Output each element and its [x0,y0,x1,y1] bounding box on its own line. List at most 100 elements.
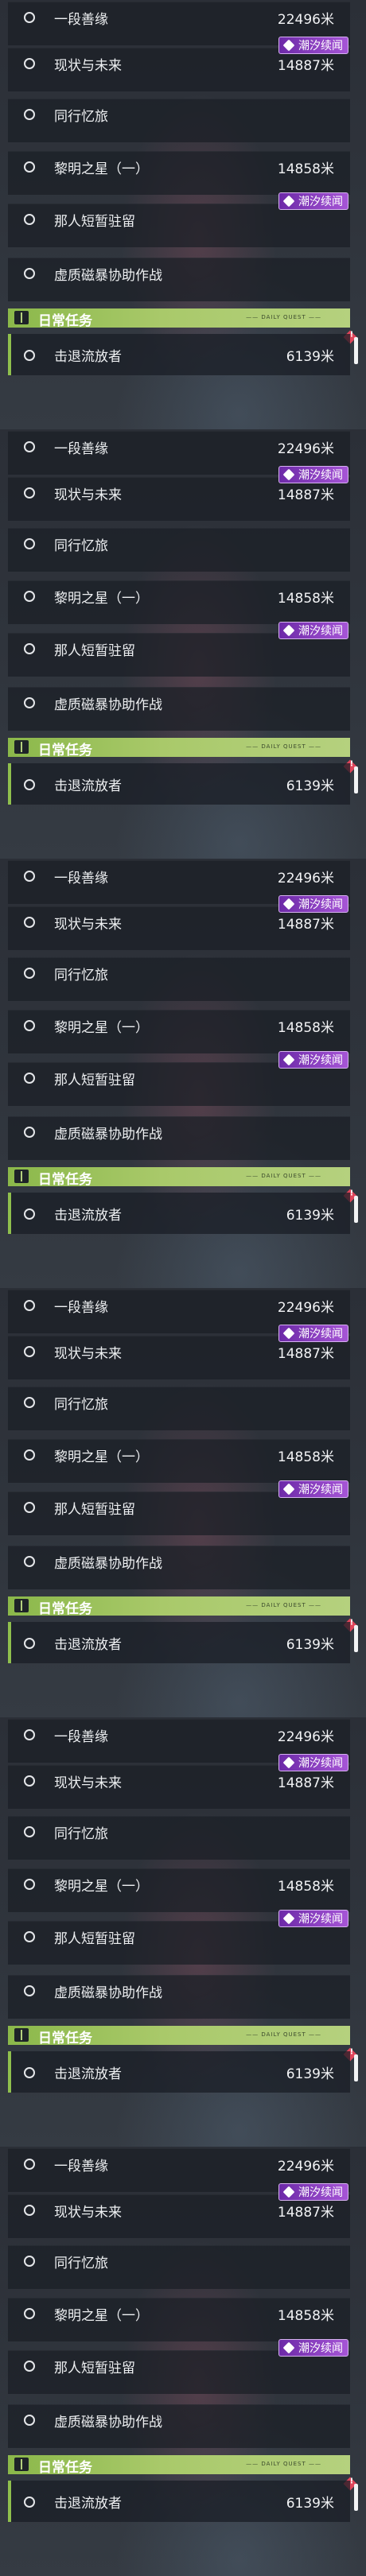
quest-label: 同行忆旅 [54,538,108,554]
quest-series-badge: 潮汐续闻 [278,622,348,639]
quest-label: 现状与未来 [54,2205,122,2221]
quest-label: 一段善缘 [54,871,108,886]
quest-series-badge: 潮汐续闻 [278,1051,348,1069]
quest-distance: 22496米 [277,1729,334,1745]
daily-quest-title: 日常任务 [38,1601,92,1617]
daily-task-label: 击退流放者 [54,2066,122,2082]
radio-circle-icon[interactable] [24,109,35,120]
quest-label: 现状与未来 [54,917,122,933]
daily-quest-title: 日常任务 [38,2460,92,2476]
radio-circle-icon[interactable] [24,58,35,69]
quest-distance: 22496米 [277,2159,334,2174]
quest-label: 一段善缘 [54,2159,108,2174]
scrollbar-thumb[interactable] [354,2484,358,2511]
daily-quest-subtitle: —— DAILY QUEST —— [246,2031,321,2038]
radio-circle-icon[interactable] [24,538,35,549]
quest-label: 黎明之星（一） [54,591,149,607]
book-icon [14,2458,29,2471]
quest-label: 虚质磁暴协助作战 [54,697,162,713]
quest-label: 一段善缘 [54,1300,108,1316]
radio-circle-icon[interactable] [24,2415,35,2426]
scrollbar-thumb[interactable] [354,2054,358,2081]
quest-series-badge: 潮汐续闻 [278,466,348,483]
quest-label: 黎明之星（一） [54,1449,149,1465]
book-icon [14,2028,29,2042]
radio-circle-icon[interactable] [24,697,35,708]
radio-circle-icon[interactable] [24,591,35,602]
radio-circle-icon[interactable] [24,1127,35,1138]
radio-circle-icon[interactable] [24,779,35,790]
radio-circle-icon[interactable] [24,1502,35,1513]
quest-panel: 一段善缘 22496米 现状与未来 14887米 潮汐续闻 同行忆旅 黎明之星（一） 1485… [0,1717,366,2147]
wave-badge-icon [282,1053,295,1066]
radio-circle-icon[interactable] [24,1020,35,1031]
radio-circle-icon[interactable] [24,12,35,23]
quest-distance: 14858米 [277,2308,334,2324]
daily-quest-header: 日常任务 —— DAILY QUEST —— [8,738,350,758]
radio-circle-icon[interactable] [24,1397,35,1408]
badge-label: 潮汐续闻 [298,1757,343,1770]
radio-circle-icon[interactable] [24,214,35,225]
radio-circle-icon[interactable] [24,161,35,173]
radio-circle-icon[interactable] [24,1826,35,1837]
quest-label: 那人短暂驻留 [54,643,135,659]
scrollbar-thumb[interactable] [354,337,358,364]
radio-circle-icon[interactable] [24,2361,35,2372]
radio-circle-icon[interactable] [24,350,35,361]
radio-circle-icon[interactable] [24,487,35,499]
radio-circle-icon[interactable] [24,2205,35,2216]
radio-circle-icon[interactable] [24,1775,35,1787]
quest-panel: 一段善缘 22496米 现状与未来 14887米 潮汐续闻 同行忆旅 黎明之星（一） 1485… [0,1288,366,1717]
quest-label: 一段善缘 [54,1729,108,1745]
radio-circle-icon[interactable] [24,643,35,654]
radio-circle-icon[interactable] [24,2256,35,2267]
radio-circle-icon[interactable] [24,2308,35,2319]
radio-circle-icon[interactable] [24,968,35,979]
daily-quest-title: 日常任务 [38,2031,92,2046]
radio-circle-icon[interactable] [24,1208,35,1220]
radio-circle-icon[interactable] [24,1879,35,1890]
quest-distance: 14887米 [277,487,334,503]
quest-label: 黎明之星（一） [54,1879,149,1895]
radio-circle-icon[interactable] [24,871,35,882]
radio-circle-icon[interactable] [24,2496,35,2508]
quest-label: 同行忆旅 [54,2256,108,2271]
daily-task-distance: 6139米 [286,2496,334,2512]
scrollbar-thumb[interactable] [354,1196,358,1223]
radio-circle-icon[interactable] [24,2159,35,2170]
daily-quest-title: 日常任务 [38,743,92,758]
badge-label: 潮汐续闻 [298,898,343,911]
radio-circle-icon[interactable] [24,268,35,279]
radio-circle-icon[interactable] [24,1300,35,1311]
wave-badge-icon [282,39,295,52]
quest-series-badge: 潮汐续闻 [278,2339,348,2357]
daily-task-label: 击退流放者 [54,2496,122,2512]
radio-circle-icon[interactable] [24,1449,35,1461]
quest-distance: 14887米 [277,58,334,74]
quest-label: 那人短暂驻留 [54,1931,135,1947]
radio-circle-icon[interactable] [24,1931,35,1942]
scrollbar-thumb[interactable] [354,766,358,793]
daily-quest-header: 日常任务 —— DAILY QUEST —— [8,2455,350,2476]
radio-circle-icon[interactable] [24,1638,35,1649]
scrollbar-thumb[interactable] [354,1625,358,1652]
quest-distance: 14858米 [277,1879,334,1895]
quest-series-badge: 潮汐续闻 [278,1480,348,1498]
wave-badge-icon [282,195,295,208]
radio-circle-icon[interactable] [24,1346,35,1357]
daily-quest-header: 日常任务 —— DAILY QUEST —— [8,308,350,329]
badge-label: 潮汐续闻 [298,2342,343,2355]
wave-badge-icon [282,1483,295,1496]
quest-label: 同行忆旅 [54,968,108,983]
radio-circle-icon[interactable] [24,2067,35,2078]
radio-circle-icon[interactable] [24,1729,35,1740]
daily-quest-subtitle: —— DAILY QUEST —— [246,314,321,320]
radio-circle-icon[interactable] [24,1556,35,1567]
radio-circle-icon[interactable] [24,441,35,452]
radio-circle-icon[interactable] [24,917,35,928]
radio-circle-icon[interactable] [24,1985,35,1996]
radio-circle-icon[interactable] [24,1073,35,1084]
daily-task-distance: 6139米 [286,1637,334,1653]
daily-task-distance: 6139米 [286,778,334,794]
quest-label: 现状与未来 [54,1775,122,1791]
